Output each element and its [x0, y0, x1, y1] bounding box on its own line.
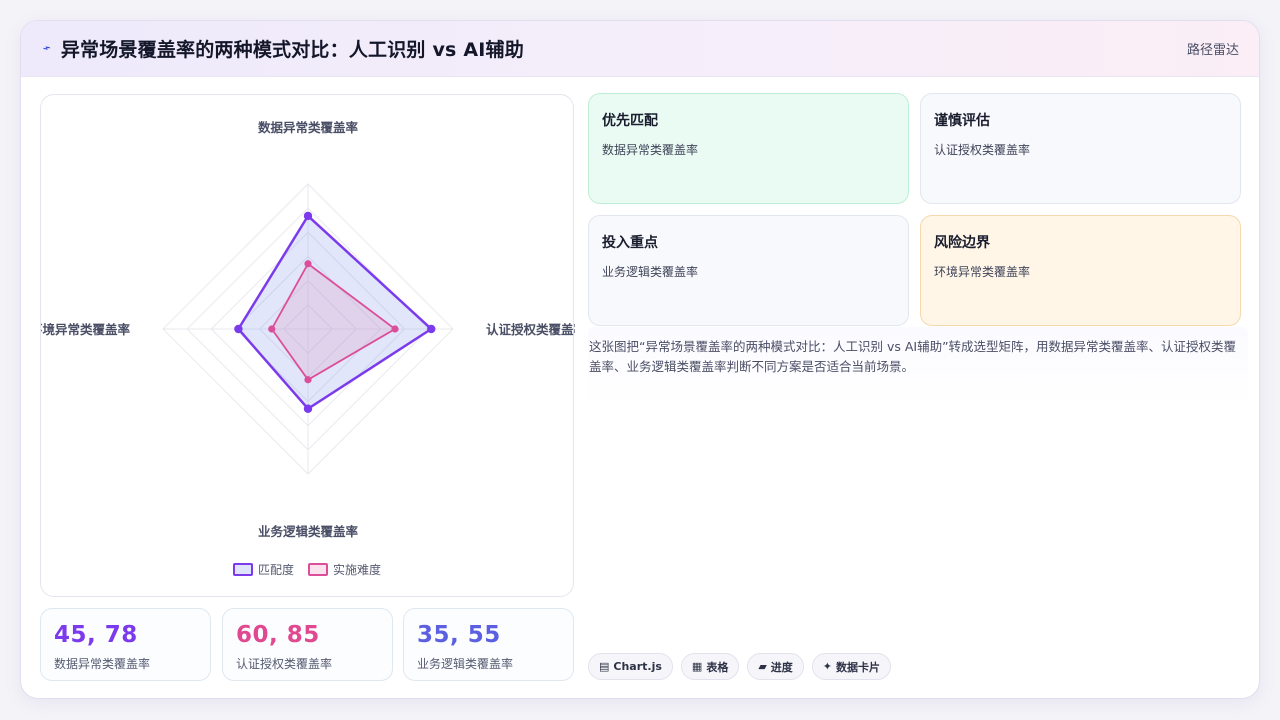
card-risk-boundary: 风险边界 环境异常类覆盖率: [920, 215, 1241, 326]
description-text: 这张图把“异常场景覆盖率的两种模式对比：人工识别 vs AI辅助”转成选型矩阵，…: [589, 339, 1237, 374]
tag-table[interactable]: ▦ 表格: [680, 653, 740, 680]
stat-label: 业务逻辑类覆盖率: [417, 657, 514, 671]
stat-card-data-anomaly: 45, 78 数据异常类覆盖率: [40, 608, 211, 681]
stat-value: 60, 85: [236, 622, 320, 648]
radar-link[interactable]: 路径雷达: [1187, 39, 1239, 58]
legend-swatch-difficulty: [308, 563, 328, 576]
card-subtitle: 业务逻辑类覆盖率: [602, 265, 699, 279]
tag-label: 表格: [706, 660, 729, 674]
card-subtitle: 认证授权类覆盖率: [934, 143, 1031, 157]
stat-label: 认证授权类覆盖率: [236, 657, 333, 671]
radar-data-point: [427, 324, 436, 334]
app-window: ⌁ 异常场景覆盖率的两种模式对比：人工识别 vs AI辅助 路径雷达 数据异常类…: [20, 20, 1260, 699]
sparkle-icon: ⌁: [40, 40, 54, 57]
card-title: 优先匹配: [602, 113, 658, 129]
legend-item-match[interactable]: 匹配度: [232, 561, 294, 578]
radar-axis-label: 认证授权类覆盖率: [486, 322, 575, 337]
stat-card-business-logic: 35, 55 业务逻辑类覆盖率: [403, 608, 574, 681]
radar-data-point: [303, 404, 313, 413]
radar-chart-panel: 数据异常类覆盖率认证授权类覆盖率业务逻辑类覆盖率 环境异常类覆盖率 匹配度 实施难…: [40, 94, 575, 597]
radar-axis-label: 业务逻辑类覆盖率: [258, 524, 359, 539]
card-subtitle: 环境异常类覆盖率: [934, 265, 1031, 279]
radar-data-point: [268, 325, 276, 333]
stat-card-auth: 60, 85 认证授权类覆盖率: [222, 608, 393, 681]
tag-label: 数据卡片: [836, 660, 881, 674]
card-title: 风险边界: [934, 235, 990, 251]
radar-data-point: [303, 211, 313, 221]
page-title: 异常场景覆盖率的两种模式对比：人工识别 vs AI辅助: [60, 39, 524, 61]
progress-icon: ▰: [758, 660, 767, 673]
radar-axis-label: 数据异常类覆盖率: [257, 120, 359, 135]
card-title: 谨慎评估: [934, 113, 990, 129]
legend-item-difficulty[interactable]: 实施难度: [308, 561, 381, 578]
tag-data-card[interactable]: ✦ 数据卡片: [811, 653, 892, 680]
tag-label: 进度: [770, 660, 793, 674]
title-group: ⌁ 异常场景覆盖率的两种模式对比：人工识别 vs AI辅助: [40, 35, 524, 62]
tag-progress[interactable]: ▰ 进度: [747, 653, 804, 680]
card-icon: ✦: [822, 660, 833, 673]
stat-value: 45, 78: [54, 622, 138, 648]
radar-chart: 数据异常类覆盖率认证授权类覆盖率业务逻辑类覆盖率 环境异常类覆盖率: [41, 120, 575, 539]
tech-tags: ▤ Chart.js ▦ 表格 ▰ 进度 ✦ 数据卡片: [588, 653, 892, 680]
card-title: 投入重点: [602, 235, 658, 251]
table-icon: ▦: [691, 660, 703, 673]
stat-label: 数据异常类覆盖率: [54, 657, 151, 671]
radar-data-point: [234, 324, 243, 334]
tag-label: Chart.js: [613, 660, 662, 673]
card-subtitle: 数据异常类覆盖率: [602, 143, 699, 157]
chart-legend: 匹配度 实施难度: [41, 561, 573, 578]
radar-data-point: [391, 325, 399, 333]
radar-data-point: [304, 376, 312, 384]
header: ⌁ 异常场景覆盖率的两种模式对比：人工识别 vs AI辅助 路径雷达: [21, 21, 1259, 77]
radar-axis-label: 环境异常类覆盖率: [41, 322, 130, 337]
chart-icon: ▤: [599, 660, 610, 673]
card-priority-match: 优先匹配 数据异常类覆盖率: [588, 93, 909, 204]
stat-value: 35, 55: [417, 622, 501, 648]
legend-label-match: 匹配度: [257, 563, 294, 577]
radar-data-point: [304, 260, 312, 268]
legend-swatch-match: [232, 563, 253, 576]
legend-label-difficulty: 实施难度: [333, 563, 382, 577]
card-investment-focus: 投入重点 业务逻辑类覆盖率: [588, 215, 909, 326]
card-careful-eval: 谨慎评估 认证授权类覆盖率: [920, 93, 1241, 204]
tag-chartjs[interactable]: ▤ Chart.js: [588, 653, 673, 680]
